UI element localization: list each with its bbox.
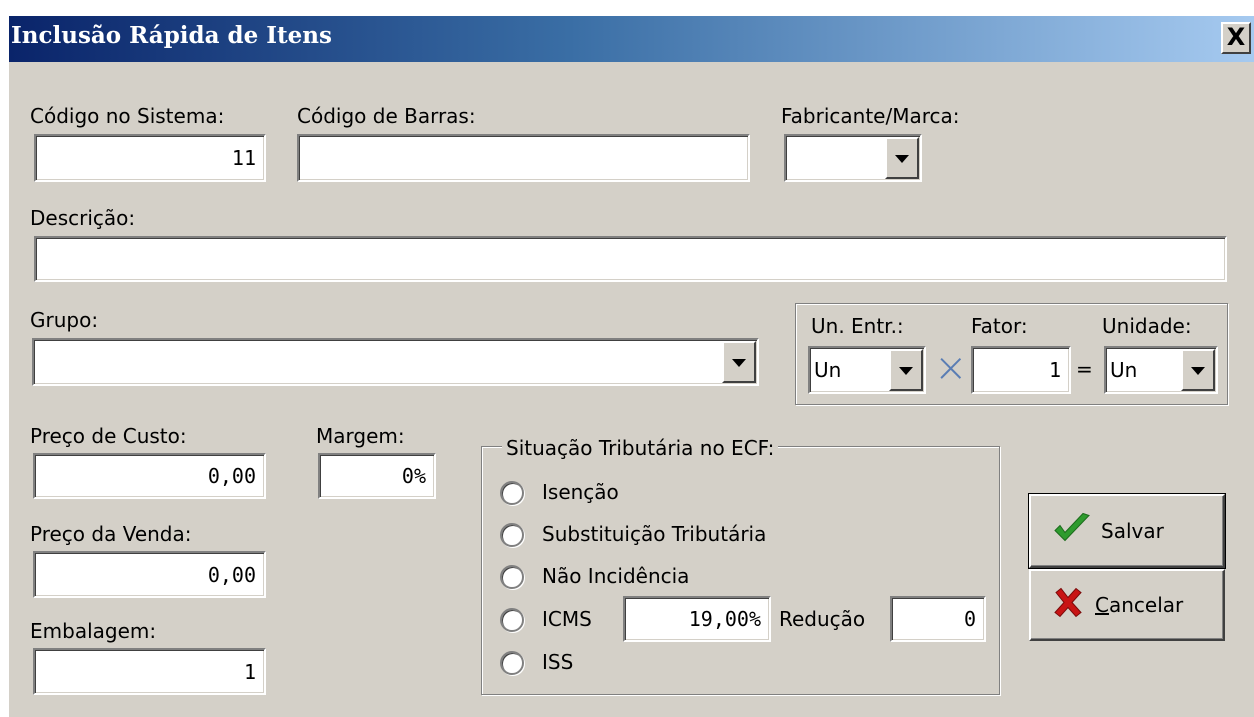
codigo-sistema-field[interactable]: 11 <box>34 134 266 182</box>
fator-value: 1 <box>1048 358 1061 382</box>
un-entr-value: Un <box>814 358 842 382</box>
situacao-legend: Situação Tributária no ECF: <box>502 436 779 460</box>
radio-isencao-label: Isenção <box>542 480 619 504</box>
embalagem-field[interactable]: 1 <box>33 648 266 695</box>
codigo-barras-field[interactable] <box>297 134 750 182</box>
preco-custo-field[interactable]: 0,00 <box>33 453 266 499</box>
preco-custo-value: 0,00 <box>207 464 256 488</box>
reducao-value: 0 <box>963 607 976 631</box>
embalagem-value: 1 <box>243 659 256 684</box>
radio-button[interactable] <box>500 523 524 547</box>
margem-field[interactable]: 0% <box>318 453 436 499</box>
radio-substituicao-label: Substituição Tributária <box>542 522 767 546</box>
preco-venda-field[interactable]: 0,00 <box>33 551 266 598</box>
fator-label: Fator: <box>971 314 1028 338</box>
salvar-button[interactable]: Salvar <box>1028 493 1226 569</box>
preco-venda-label: Preço da Venda: <box>30 522 192 546</box>
salvar-label: Salvar <box>1101 519 1164 543</box>
embalagem-label: Embalagem: <box>30 619 157 643</box>
cancelar-button[interactable]: Cancelar <box>1029 569 1225 641</box>
codigo-barras-label: Código de Barras: <box>297 104 476 128</box>
fabricante-label: Fabricante/Marca: <box>781 104 960 128</box>
un-entr-dropdown[interactable]: Un <box>808 346 926 394</box>
cancelar-label: Cancelar <box>1095 593 1183 617</box>
dialog-window: Inclusão Rápida de Itens X Código no Sis… <box>9 16 1254 717</box>
chevron-down-icon[interactable] <box>1181 349 1215 391</box>
fabricante-dropdown[interactable] <box>784 134 922 182</box>
grupo-label: Grupo: <box>30 308 99 332</box>
equals-symbol: = <box>1076 357 1093 381</box>
radio-button[interactable] <box>500 565 524 589</box>
reducao-label: Redução <box>779 607 866 631</box>
icms-aliquota-field[interactable]: 19,00% <box>623 596 771 642</box>
chevron-down-icon[interactable] <box>889 349 923 391</box>
descricao-field[interactable] <box>34 236 1227 282</box>
radio-iss-label: ISS <box>542 650 574 674</box>
radio-nao-incidencia-label: Não Incidência <box>542 564 690 588</box>
times-symbol: × <box>934 345 968 391</box>
close-button[interactable]: X <box>1221 22 1251 54</box>
cancelar-accel-key: C <box>1095 593 1109 617</box>
grupo-dropdown[interactable] <box>32 338 759 386</box>
unidade-value: Un <box>1110 358 1138 382</box>
reducao-field[interactable]: 0 <box>890 596 986 642</box>
cancelar-label-rest: ancelar <box>1108 593 1184 617</box>
preco-custo-label: Preço de Custo: <box>30 424 187 448</box>
radio-icms-label: ICMS <box>542 607 592 631</box>
radio-button[interactable] <box>500 651 524 675</box>
margem-value: 0% <box>401 464 426 488</box>
radio-button[interactable] <box>500 481 524 505</box>
title-bar[interactable]: Inclusão Rápida de Itens X <box>9 16 1254 62</box>
preco-venda-value: 0,00 <box>207 562 256 587</box>
fator-field[interactable]: 1 <box>971 346 1071 394</box>
un-entr-label: Un. Entr.: <box>811 314 904 338</box>
unidade-label: Unidade: <box>1102 314 1192 338</box>
close-icon: X <box>1226 23 1246 51</box>
check-icon <box>1053 512 1091 550</box>
margem-label: Margem: <box>316 424 405 448</box>
codigo-sistema-label: Código no Sistema: <box>30 104 225 128</box>
chevron-down-icon[interactable] <box>885 137 919 179</box>
window-title: Inclusão Rápida de Itens <box>11 22 332 49</box>
radio-button[interactable] <box>500 608 524 632</box>
descricao-label: Descrição: <box>30 206 136 230</box>
x-icon <box>1053 587 1083 623</box>
chevron-down-icon[interactable] <box>722 341 756 383</box>
unidade-dropdown[interactable]: Un <box>1104 346 1218 394</box>
codigo-sistema-value: 11 <box>231 146 256 170</box>
icms-aliquota-value: 19,00% <box>688 607 761 631</box>
